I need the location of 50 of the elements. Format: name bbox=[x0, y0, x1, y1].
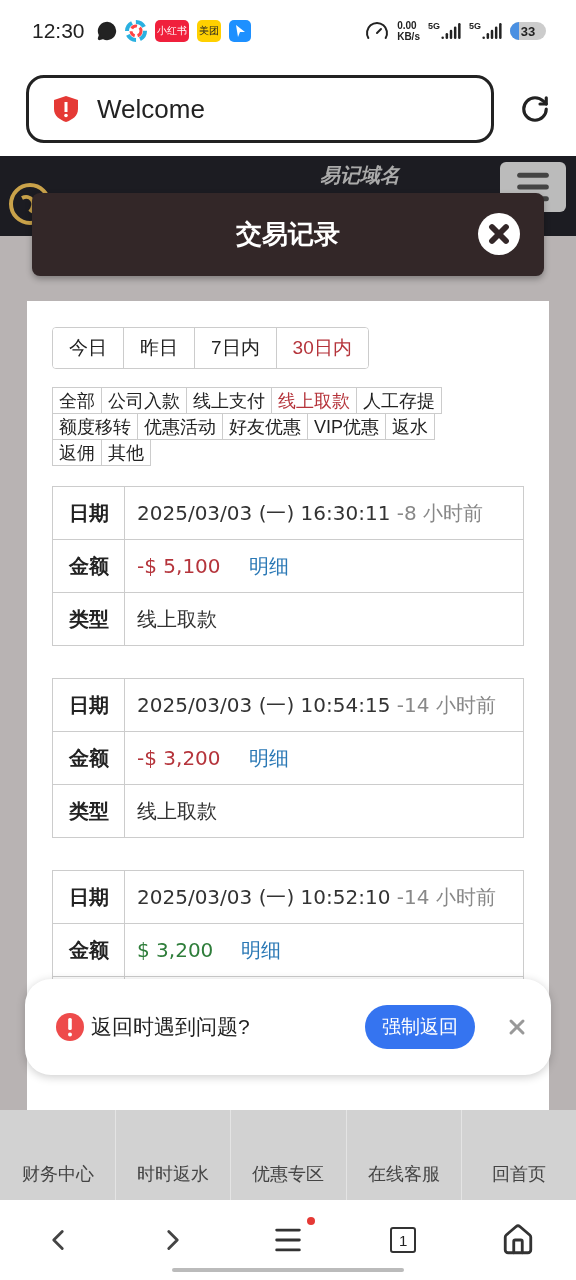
table-cell: 日期 bbox=[53, 679, 125, 731]
chat-bubble-icon bbox=[96, 21, 117, 41]
detail-link[interactable]: 明细 bbox=[248, 745, 289, 771]
signal-indicator: 5G bbox=[427, 21, 461, 41]
signal-indicator: 5G bbox=[469, 21, 502, 41]
status-time: 12:30 bbox=[32, 19, 85, 43]
modal-title: 交易记录 bbox=[236, 218, 340, 251]
table-cell: 线上取款 bbox=[125, 784, 523, 837]
amount: $ 3,200 bbox=[137, 937, 214, 963]
detail-link[interactable]: 明细 bbox=[248, 553, 289, 579]
domain-label: 易记域名 bbox=[320, 163, 400, 188]
category-tab[interactable]: 返佣 bbox=[52, 439, 102, 466]
amount: -$ 5,100 bbox=[137, 553, 221, 579]
close-button[interactable] bbox=[478, 213, 520, 255]
battery-indicator: 33 bbox=[510, 22, 546, 40]
force-return-button[interactable]: 强制返回 bbox=[365, 1005, 475, 1049]
address-bar[interactable]: Welcome bbox=[26, 75, 494, 143]
detail-link[interactable]: 明细 bbox=[241, 937, 282, 963]
network-speed: 0.00 KB/s bbox=[397, 20, 420, 42]
table-cell: 日期 bbox=[53, 487, 125, 539]
nav-item[interactable]: 优惠专区 bbox=[230, 1110, 346, 1200]
shield-warning-icon bbox=[53, 95, 79, 123]
tabs-button[interactable]: 1 bbox=[390, 1227, 417, 1253]
table-cell: 金额 bbox=[53, 731, 125, 784]
table-cell-text: 2025/03/03 (一) 16:30:11 -8 小时前 bbox=[136, 500, 485, 527]
table-cell: 类型 bbox=[53, 592, 125, 645]
table-cell: 类型 bbox=[53, 784, 125, 837]
table-cell: 线上取款 bbox=[125, 592, 523, 645]
app-icon: 小红书 bbox=[154, 20, 189, 42]
category-tab[interactable]: 人工存提 bbox=[356, 387, 442, 414]
table-cell: 金额 bbox=[53, 923, 125, 976]
date-tab[interactable]: 30日内 bbox=[275, 328, 368, 368]
table-cell: 金额 bbox=[53, 539, 125, 592]
nav-item[interactable]: 时时返水 bbox=[115, 1110, 231, 1200]
nav-item[interactable]: 回首页 bbox=[460, 1110, 576, 1200]
category-tab[interactable]: 全部 bbox=[52, 387, 102, 414]
reload-icon[interactable] bbox=[520, 94, 550, 124]
nav-item[interactable]: 财务中心 bbox=[0, 1110, 116, 1200]
category-tab[interactable]: 其他 bbox=[101, 439, 151, 466]
app-icon: 美团 bbox=[196, 20, 221, 42]
amount: -$ 3,200 bbox=[137, 745, 221, 771]
toast-message: 返回时遇到问题? bbox=[91, 1014, 251, 1040]
warning-icon bbox=[55, 1012, 85, 1042]
table-cell-text: 2025/03/03 (一) 10:52:10 -14 小时前 bbox=[136, 884, 497, 911]
table-cell: 日期 bbox=[53, 871, 125, 923]
nav-item[interactable]: 在线客服 bbox=[345, 1110, 461, 1200]
category-tab[interactable]: 返水 bbox=[385, 413, 435, 440]
page-title: Welcome bbox=[97, 93, 205, 125]
pinwheel-icon bbox=[124, 20, 147, 42]
table-cell-text: 2025/03/03 (一) 10:54:15 -14 小时前 bbox=[136, 692, 497, 719]
